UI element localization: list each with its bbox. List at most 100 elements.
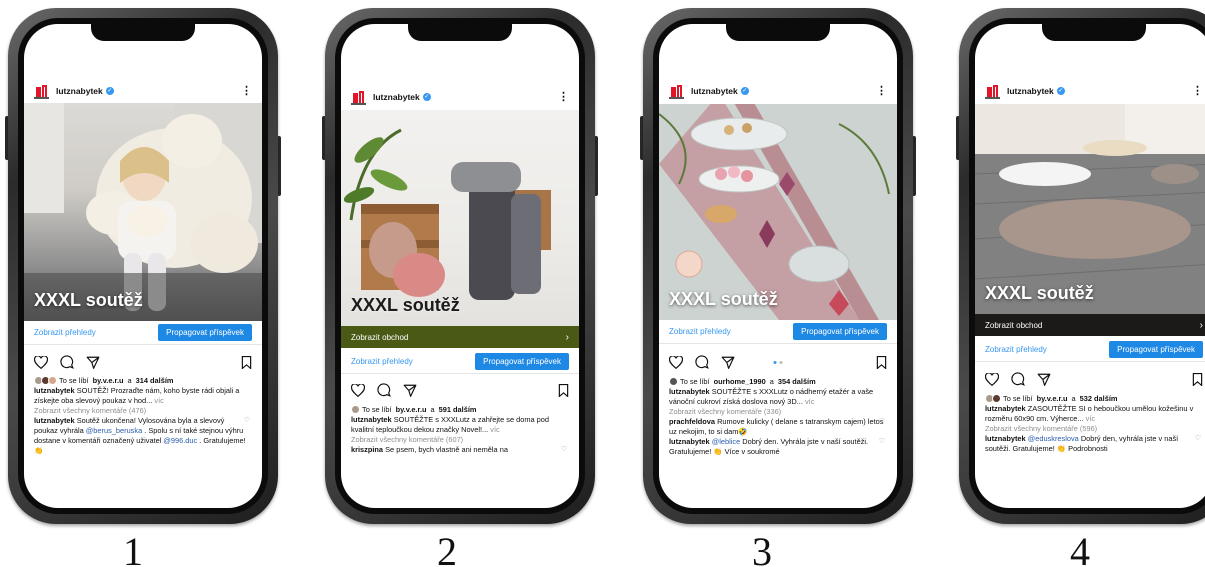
post-image[interactable]: XXXL soutěž (341, 110, 579, 326)
xxxlutz-logo[interactable] (985, 84, 1000, 99)
verified-badge-icon: ✓ (422, 93, 431, 101)
comment-username[interactable]: prachfeldova (669, 417, 715, 426)
liker-avatars (985, 394, 1001, 403)
save-bookmark-icon[interactable] (241, 355, 252, 369)
share-send-icon[interactable] (86, 356, 100, 369)
caption-username[interactable]: lutznabytek (34, 386, 75, 395)
caption-username[interactable]: lutznabytek (669, 387, 710, 396)
account-username[interactable]: lutznabytek (691, 86, 738, 96)
comment-username[interactable]: lutznabytek (985, 434, 1026, 443)
comment-like-heart-icon[interactable]: ♡ (879, 417, 885, 427)
liked-by-count[interactable]: 591 dalším (439, 405, 477, 415)
liked-by-line[interactable]: To se líbí ourhome_1990 a 354 dalším (669, 376, 885, 387)
liked-by-line[interactable]: To se líbí by.v.e.r.u a 532 dalším (985, 393, 1201, 404)
view-insights-link[interactable]: Zobrazit přehledy (669, 327, 731, 336)
save-bookmark-icon[interactable] (558, 383, 569, 397)
post-header: lutznabytek ✓ ⋮ (659, 80, 897, 102)
account-username[interactable]: lutznabytek (373, 92, 420, 102)
post-photo-illustration (343, 128, 551, 300)
post-caption: lutznabytek SOUTĚŽ! Prozraďte nám, koho … (34, 386, 250, 406)
view-all-comments-link[interactable]: Zobrazit všechny komentáře (476) (34, 406, 250, 416)
comment-mention[interactable]: @berus_beruska (86, 426, 142, 435)
post-overlay-title: XXXL soutěž (351, 295, 460, 315)
liked-by-user[interactable]: by.v.e.r.u (93, 376, 124, 386)
liker-avatars (669, 377, 678, 386)
chevron-right-icon: › (1199, 319, 1203, 331)
more-link[interactable]: víc (805, 397, 814, 406)
post-actions (659, 352, 897, 372)
like-heart-icon[interactable] (351, 383, 365, 397)
insights-bar: Zobrazit přehledy Propagovat příspěvek (341, 350, 579, 374)
promote-post-button[interactable]: Propagovat příspěvek (158, 324, 252, 341)
promote-post-button[interactable]: Propagovat příspěvek (793, 323, 887, 340)
liked-by-user[interactable]: ourhome_1990 (714, 377, 766, 387)
view-shop-bar[interactable]: Zobrazit obchod › (341, 326, 579, 348)
liked-by-count[interactable]: 354 dalším (778, 377, 816, 387)
save-bookmark-icon[interactable] (876, 355, 887, 369)
view-insights-link[interactable]: Zobrazit přehledy (34, 328, 96, 337)
comment-icon[interactable] (60, 355, 74, 369)
comment-like-heart-icon[interactable]: ♡ (1195, 434, 1201, 444)
liked-by-mid: a (769, 376, 774, 386)
comment-icon[interactable] (1011, 372, 1025, 386)
share-send-icon[interactable] (1037, 373, 1051, 386)
comment-username[interactable]: kriszpina (351, 445, 383, 454)
post-image[interactable]: XXXL soutěž (24, 103, 262, 321)
like-heart-icon[interactable] (34, 355, 48, 369)
view-insights-link[interactable]: Zobrazit přehledy (351, 357, 413, 366)
promote-post-button[interactable]: Propagovat příspěvek (1109, 341, 1203, 358)
liked-by-line[interactable]: To se líbí by.v.e.r.u a 591 dalším (351, 404, 567, 415)
more-options-icon[interactable]: ⋮ (876, 86, 887, 97)
comment-mention[interactable]: @996.duc (163, 436, 197, 445)
comment-like-heart-icon[interactable]: ♡ (244, 416, 250, 426)
account-username[interactable]: lutznabytek (56, 86, 103, 96)
phone-mockup-3: lutznabytek ✓ ⋮ XXXL soutěž Zobrazit pře… (640, 8, 916, 524)
liked-by-count[interactable]: 532 dalším (1080, 394, 1118, 404)
view-shop-bar[interactable]: Zobrazit obchod › (975, 314, 1205, 336)
caption-username[interactable]: lutznabytek (985, 404, 1026, 413)
liked-by-user[interactable]: by.v.e.r.u (1037, 394, 1068, 404)
like-heart-icon[interactable] (669, 355, 683, 369)
comment-username[interactable]: lutznabytek (669, 437, 710, 446)
view-insights-link[interactable]: Zobrazit přehledy (985, 345, 1047, 354)
comment-username[interactable]: lutznabytek (34, 416, 75, 425)
liked-by-user[interactable]: by.v.e.r.u (396, 405, 427, 415)
more-options-icon[interactable]: ⋮ (1192, 86, 1203, 97)
view-shop-label: Zobrazit obchod (351, 332, 409, 342)
account-username[interactable]: lutznabytek (1007, 86, 1054, 96)
post-header: lutznabytek ✓ ⋮ (975, 80, 1205, 102)
xxxlutz-logo[interactable] (351, 90, 366, 105)
save-bookmark-icon[interactable] (1192, 372, 1203, 386)
phone-mockup-4: lutznabytek ✓ ⋮ XXXL soutěž Zobrazit obc… (956, 8, 1205, 524)
comment-mention[interactable]: @leblice (712, 437, 740, 446)
comment-like-heart-icon[interactable]: ♡ (879, 437, 885, 447)
view-shop-label: Zobrazit obchod (985, 320, 1043, 330)
xxxlutz-logo[interactable] (669, 84, 684, 99)
more-link[interactable]: víc (490, 425, 499, 434)
view-all-comments-link[interactable]: Zobrazit všechny komentáře (596) (985, 424, 1201, 434)
caption-username[interactable]: lutznabytek (351, 415, 392, 424)
more-link[interactable]: víc (1086, 414, 1095, 423)
post-image[interactable]: XXXL soutěž (659, 104, 897, 320)
share-send-icon[interactable] (403, 384, 417, 397)
liked-by-prefix: To se líbí (59, 375, 89, 385)
liked-by-count[interactable]: 314 dalším (136, 376, 174, 386)
post-image[interactable]: XXXL soutěž (975, 104, 1205, 314)
post-feed-text: To se líbí by.v.e.r.u a 532 dalším lutzn… (985, 393, 1201, 454)
liked-by-line[interactable]: To se líbí by.v.e.r.u a 314 dalším (34, 375, 250, 386)
more-link[interactable]: víc (154, 396, 163, 405)
more-options-icon[interactable]: ⋮ (241, 86, 252, 97)
xxxlutz-logo[interactable] (34, 84, 49, 99)
more-options-icon[interactable]: ⋮ (558, 92, 569, 103)
comment-icon[interactable] (695, 355, 709, 369)
view-all-comments-link[interactable]: Zobrazit všechny komentáře (336) (669, 407, 885, 417)
view-all-comments-link[interactable]: Zobrazit všechny komentáře (607) (351, 435, 567, 445)
phone-label-number: 4 (1070, 529, 1090, 567)
comment-mention[interactable]: @eduskreslova (1028, 434, 1079, 443)
comment-like-heart-icon[interactable]: ♡ (561, 445, 567, 455)
comment-icon[interactable] (377, 383, 391, 397)
promote-post-button[interactable]: Propagovat příspěvek (475, 353, 569, 370)
like-heart-icon[interactable] (985, 372, 999, 386)
phone-label-number: 1 (123, 529, 143, 567)
share-send-icon[interactable] (721, 356, 735, 369)
